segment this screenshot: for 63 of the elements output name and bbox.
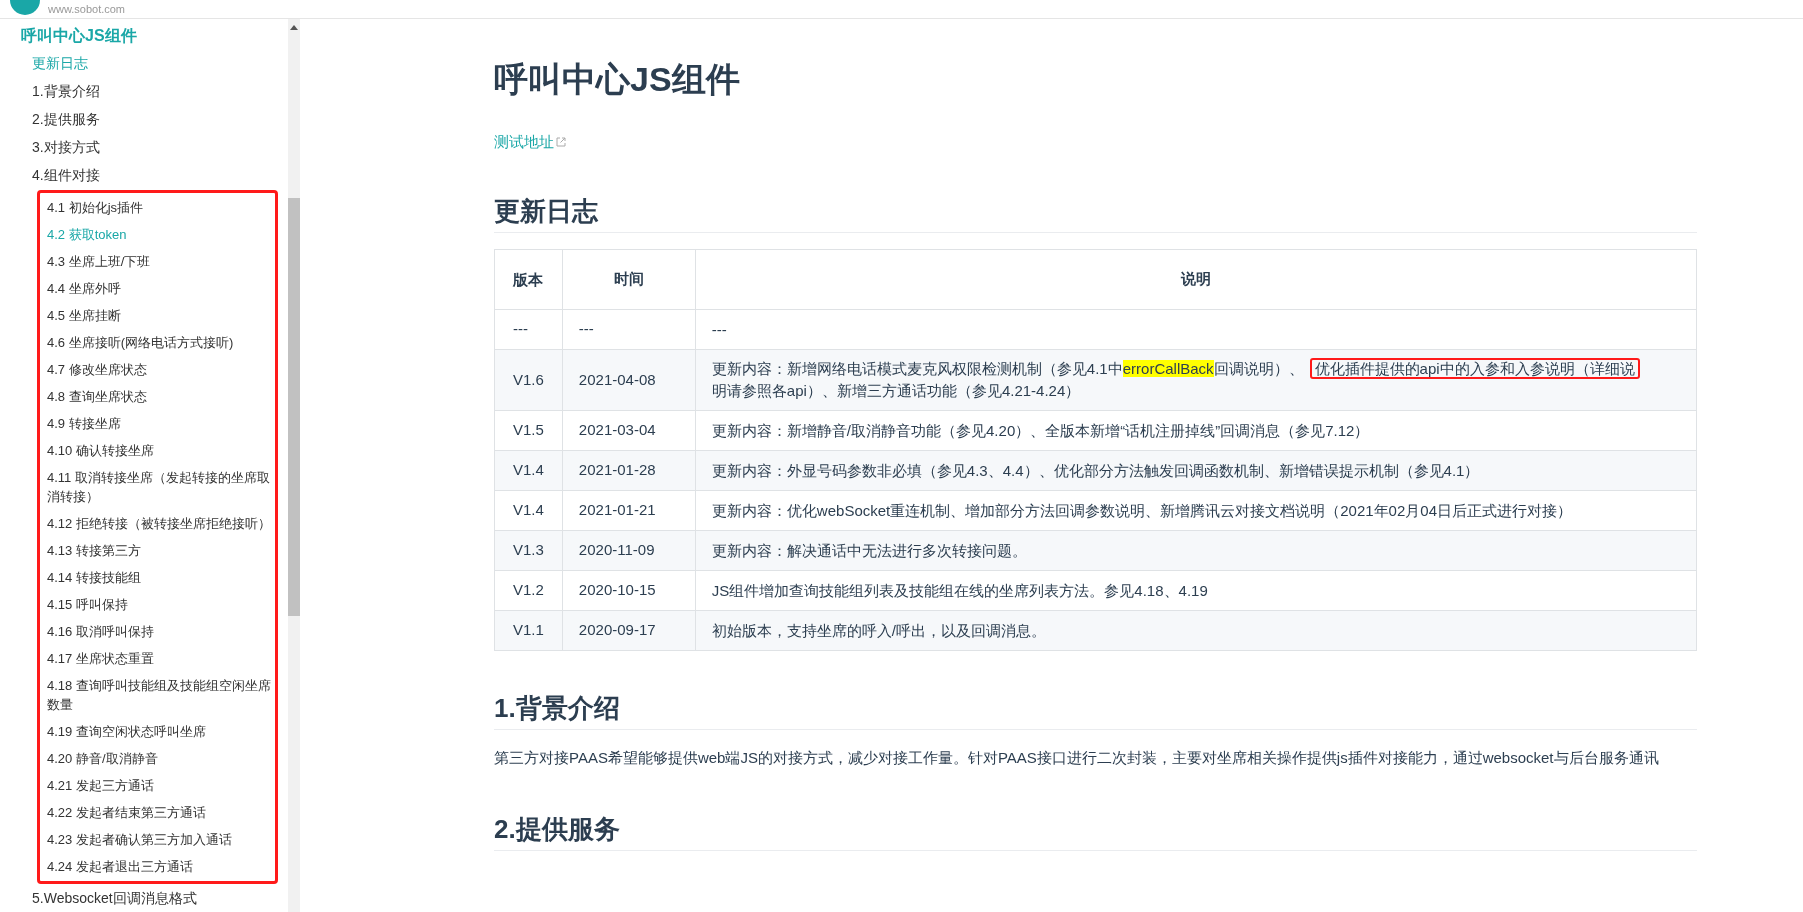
nav-item[interactable]: 4.16 取消呼叫保持: [40, 618, 275, 645]
table-cell: JS组件增加查询技能组列表及技能组在线的坐席列表方法。参见4.18、4.19: [695, 570, 1697, 611]
page-title: 呼叫中心JS组件: [494, 59, 741, 100]
nav-item[interactable]: 4.组件对接: [0, 161, 288, 189]
table-cell: V1.4: [494, 450, 563, 491]
nav-item[interactable]: 4.23 发起者确认第三方加入通话: [40, 826, 275, 853]
nav-item[interactable]: 4.21 发起三方通话: [40, 772, 275, 799]
table-cell: 更新内容：新增静音/取消静音功能（参见4.20）、全版本新增“话机注册掉线”回调消息（参见7.12）: [695, 410, 1697, 451]
nav-item[interactable]: 4.20 静音/取消静音: [40, 745, 275, 772]
table-cell: 更新内容：外显号码参数非必填（参见4.3、4.4）、优化部分方法触发回调函数机制、新增错误提示机制（参见4.1）: [695, 450, 1697, 491]
scroll-up-icon[interactable]: [290, 25, 298, 30]
table-cell: ---: [562, 309, 696, 350]
table-cell: 2020-09-17: [562, 610, 696, 651]
table-cell: 更新内容：解决通话中无法进行多次转接问题。: [695, 530, 1697, 571]
table-cell: 2020-10-15: [562, 570, 696, 611]
table-cell: V1.2: [494, 570, 563, 611]
table-cell: 2021-03-04: [562, 410, 696, 451]
nav-item[interactable]: 4.1 初始化js插件: [40, 194, 275, 221]
nav-item[interactable]: 4.17 坐席状态重置: [40, 645, 275, 672]
nav-item[interactable]: 4.7 修改坐席状态: [40, 356, 275, 383]
table-cell: 2021-01-28: [562, 450, 696, 491]
column-header: 说明: [695, 249, 1697, 310]
site-address: www.sobot.com: [48, 3, 126, 16]
nav-item[interactable]: 4.18 查询呼叫技能组及技能组空闲坐席数量: [40, 672, 275, 718]
nav-item[interactable]: 4.14 转接技能组: [40, 564, 275, 591]
table-cell: V1.4: [494, 490, 563, 531]
table-cell: 2021-01-21: [562, 490, 696, 531]
external-link-icon: [556, 137, 566, 148]
nav-item[interactable]: 4.6 坐席接听(网络电话方式接听): [40, 329, 275, 356]
nav-item[interactable]: 4.3 坐席上班/下班: [40, 248, 275, 275]
nav-item[interactable]: 4.5 坐席挂断: [40, 302, 275, 329]
table-cell: ---: [695, 309, 1697, 350]
nav-item[interactable]: 4.12 拒绝转接（被转接坐席拒绝接听）: [40, 510, 275, 537]
table-cell: V1.5: [494, 410, 563, 451]
table-cell: V1.3: [494, 530, 563, 571]
table-cell: V1.6: [494, 349, 563, 411]
section-heading: 1.背景介绍: [494, 691, 1697, 730]
nav-item[interactable]: 4.15 呼叫保持: [40, 591, 275, 618]
nav-item[interactable]: 5.Websocket回调消息格式: [0, 884, 288, 912]
table-cell: 更新内容：优化webSocket重连机制、增加部分方法回调参数说明、新增腾讯云对接文档说明（2021年02月04日后正式进行对接）: [695, 490, 1697, 531]
section-heading: 更新日志: [494, 194, 1697, 233]
nav-item[interactable]: 2.提供服务: [0, 105, 288, 133]
column-header: 时间: [562, 249, 696, 310]
table-cell: 2021-04-08: [562, 349, 696, 411]
scrollbar[interactable]: [288, 19, 300, 912]
nav-item[interactable]: 4.11 取消转接坐席（发起转接的坐席取消转接）: [40, 464, 275, 510]
nav-item[interactable]: 4.8 查询坐席状态: [40, 383, 275, 410]
table-cell: 初始版本，支持坐席的呼入/呼出，以及回调消息。: [695, 610, 1697, 651]
nav-item[interactable]: 4.24 发起者退出三方通话: [40, 853, 275, 880]
nav-item[interactable]: 4.4 坐席外呼: [40, 275, 275, 302]
table-cell: 2020-11-09: [562, 530, 696, 571]
nav-item[interactable]: 4.22 发起者结束第三方通话: [40, 799, 275, 826]
nav-item[interactable]: 1.背景介绍: [0, 77, 288, 105]
nav-item[interactable]: 3.对接方式: [0, 133, 288, 161]
nav-item[interactable]: 4.10 确认转接坐席: [40, 437, 275, 464]
nav-item[interactable]: 4.9 转接坐席: [40, 410, 275, 437]
column-header: 版本: [494, 249, 563, 310]
table-cell: ---: [494, 309, 563, 350]
section-heading: 2.提供服务: [494, 812, 1697, 851]
table-cell: V1.1: [494, 610, 563, 651]
nav-item[interactable]: 4.19 查询空闲状态呼叫坐席: [40, 718, 275, 745]
nav-item[interactable]: 4.13 转接第三方: [40, 537, 275, 564]
paragraph: 第三方对接PAAS希望能够提供web端JS的对接方式，减少对接工作量。针对PAAS接口进行二次封装，主要对坐席相关操作提供js插件对接能力，通过websocket与后台服务通讯: [494, 748, 1660, 768]
